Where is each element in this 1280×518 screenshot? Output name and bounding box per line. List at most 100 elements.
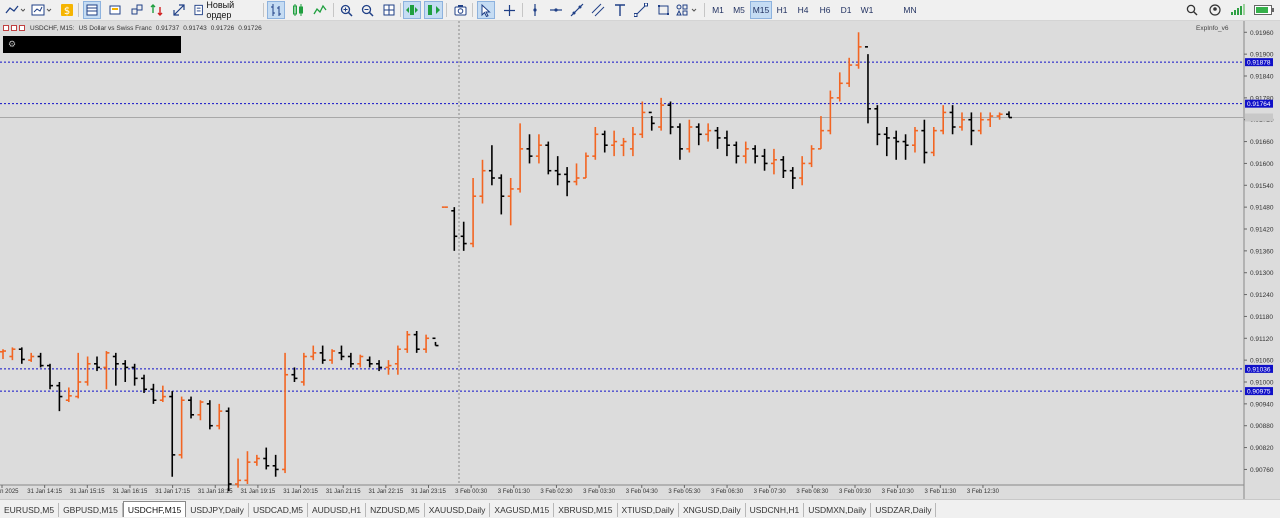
- ohlc-bar: [28, 352, 35, 362]
- chart-tab-usdmxn-daily[interactable]: USDMXN,Daily: [804, 503, 872, 517]
- y-tick-label: 0.91000: [1250, 380, 1274, 387]
- chart-tab-usdcad-m5[interactable]: USDCAD,M5: [249, 503, 308, 517]
- navigator-icon[interactable]: [128, 1, 146, 19]
- price-chart[interactable]: 0.919600.919000.918400.917800.917200.916…: [0, 21, 1280, 499]
- ohlc-bar: [357, 354, 364, 368]
- equidistant-channel-icon[interactable]: [589, 1, 607, 19]
- market-watch-icon[interactable]: [83, 1, 101, 19]
- y-tick-label: 0.91420: [1250, 227, 1274, 234]
- chart-tab-usdchf-m15[interactable]: USDCHF,M15: [122, 501, 187, 517]
- ohlc-bar: [752, 145, 759, 164]
- ohlc-bar: [827, 90, 834, 135]
- x-tick-label: 3 Feb 11:30: [925, 489, 957, 495]
- ohlc-bar: [253, 454, 260, 466]
- chart-canvas[interactable]: 0.919600.919000.918400.917800.917200.916…: [0, 21, 1280, 499]
- auto-scroll-icon[interactable]: [403, 1, 421, 19]
- timeframe-m15-button[interactable]: M15: [750, 1, 772, 19]
- svg-text:$: $: [64, 6, 70, 16]
- ohlc-bar: [742, 141, 749, 164]
- ohlc-bar: [526, 134, 533, 164]
- ohlc-bar: [629, 127, 636, 157]
- timeframe-d1-button[interactable]: D1: [836, 1, 856, 19]
- ohlc-bar: [695, 123, 702, 146]
- ohlc-bar: [122, 360, 129, 382]
- ohlc-bar: [169, 391, 176, 477]
- search-icon[interactable]: [1183, 1, 1201, 19]
- chart-tab-usdcnh-h1[interactable]: USDCNH,H1: [746, 503, 805, 517]
- chart-shift-icon[interactable]: [424, 1, 443, 19]
- fibonacci-icon[interactable]: [632, 1, 650, 19]
- chart-tab-audusd-h1[interactable]: AUDUSD,H1: [308, 503, 367, 517]
- ohlc-bar: [930, 127, 937, 157]
- timeframe-mn-button[interactable]: MN: [899, 1, 921, 19]
- rectangle-tool-icon[interactable]: [654, 1, 672, 19]
- ohlc-bar: [958, 112, 965, 131]
- text-tool-icon[interactable]: [611, 1, 629, 19]
- ohlc-bar: [817, 116, 824, 150]
- screenshot-icon[interactable]: [451, 1, 469, 19]
- chart-tab-gbpusd-m15[interactable]: GBPUSD,M15: [59, 503, 123, 517]
- ohlc-bar: [535, 134, 542, 164]
- y-tick-label: 0.91600: [1250, 161, 1274, 168]
- crosshair-icon[interactable]: [500, 1, 518, 19]
- ohlc-bar: [56, 382, 63, 412]
- chart-tab-nzdusd-m5[interactable]: NZDUSD,M5: [366, 503, 425, 517]
- chart-tab-xagusd-m15[interactable]: XAGUSD,M15: [490, 503, 555, 517]
- zoom-out-icon[interactable]: [358, 1, 376, 19]
- zoom-in-icon[interactable]: [337, 1, 355, 19]
- chart-tab-usdzar-daily[interactable]: USDZAR,Daily: [871, 503, 937, 517]
- trade-signals-icon[interactable]: [148, 1, 166, 19]
- chart-tab-xbrusd-m15[interactable]: XBRUSD,M15: [554, 503, 618, 517]
- new-order-button[interactable]: Новый ордер: [191, 0, 261, 20]
- templates-menu-icon[interactable]: [30, 1, 54, 19]
- ohlc-bar: [479, 159, 486, 204]
- y-tick-label: 0.91360: [1250, 248, 1274, 255]
- timeframe-h4-button[interactable]: H4: [793, 1, 813, 19]
- ohlc-bar: [789, 167, 796, 189]
- ohlc-bar: [235, 458, 242, 488]
- chart-tab-xtiusd-daily[interactable]: XTIUSD,Daily: [618, 503, 679, 517]
- chart-tabs: EURUSD,M5 GBPUSD,M15 USDCHF,M15 USDJPY,Dail…: [0, 499, 1280, 517]
- data-window-icon[interactable]: [106, 1, 124, 19]
- y-tick-label: 0.91480: [1250, 205, 1274, 212]
- x-tick-label: 3 Feb 08:30: [796, 489, 829, 495]
- ohlc-bar: [159, 385, 166, 403]
- account-icon[interactable]: [1206, 1, 1224, 19]
- candlestick-chart-icon[interactable]: [289, 1, 307, 19]
- y-tick-label: 0.91540: [1250, 183, 1274, 190]
- timeframe-h1-button[interactable]: H1: [772, 1, 792, 19]
- dollar-icon[interactable]: $: [59, 1, 75, 19]
- horizontal-line-icon[interactable]: [547, 1, 565, 19]
- ohlc-bar: [639, 101, 646, 138]
- trendline-icon[interactable]: [568, 1, 586, 19]
- timeframe-m1-button[interactable]: M1: [708, 1, 728, 19]
- chart-tab-xngusd-daily[interactable]: XNGUSD,Daily: [679, 503, 746, 517]
- shapes-menu-icon[interactable]: [675, 1, 701, 19]
- chart-tab-xauusd-daily[interactable]: XAUUSD,Daily: [425, 503, 491, 517]
- ohlc-bar: [131, 363, 138, 386]
- ohlc-bar: [554, 156, 561, 186]
- ohlc-bar: [582, 152, 589, 179]
- timeframe-m5-button[interactable]: M5: [729, 1, 749, 19]
- ohlc-bar: [564, 167, 571, 197]
- one-click-trading-panel[interactable]: [3, 36, 181, 53]
- expand-icon[interactable]: [170, 1, 188, 19]
- ohlc-bar: [883, 127, 890, 157]
- ohlc-bar: [573, 163, 580, 186]
- timeframe-w1-button[interactable]: W1: [857, 1, 877, 19]
- indicators-menu-icon[interactable]: [4, 1, 26, 19]
- timeframe-h6-button[interactable]: H6: [815, 1, 835, 19]
- chart-tab-usdjpy-daily[interactable]: USDJPY,Daily: [186, 503, 249, 517]
- one-click-trading-icon[interactable]: ⚙: [8, 39, 16, 49]
- line-chart-icon[interactable]: [311, 1, 329, 19]
- chart-symbol: USDCHF, M15:: [30, 25, 75, 32]
- vertical-line-icon[interactable]: [526, 1, 544, 19]
- cursor-icon[interactable]: [477, 1, 495, 19]
- ohlc-bar: [150, 383, 157, 404]
- ohlc-bar: [385, 360, 392, 375]
- chart-low: 0.91726: [210, 25, 235, 32]
- tile-windows-icon[interactable]: [380, 1, 398, 19]
- chart-tab-eurusd-m5[interactable]: EURUSD,M5: [0, 503, 60, 517]
- bar-chart-icon[interactable]: [267, 1, 285, 19]
- ohlc-bar: [592, 127, 599, 160]
